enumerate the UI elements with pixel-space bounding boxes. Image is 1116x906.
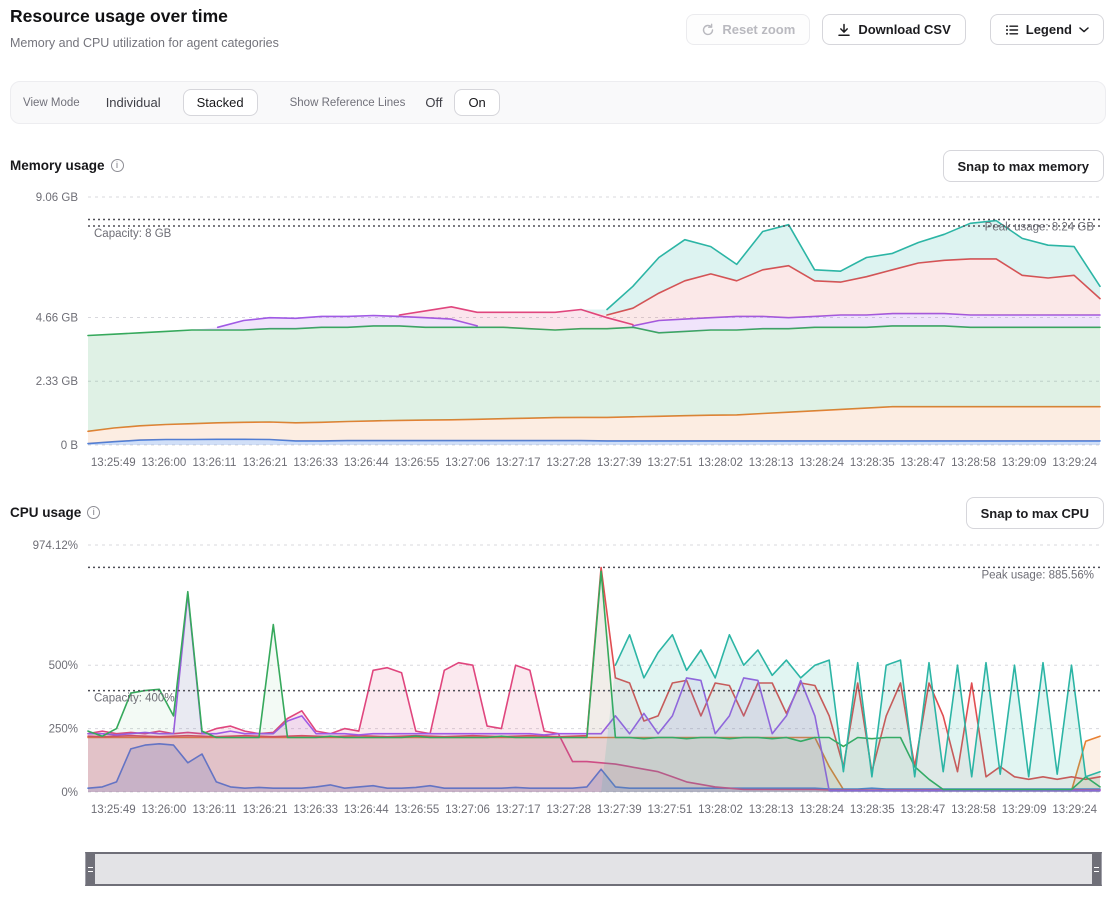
page-subtitle: Memory and CPU utilization for agent cat… bbox=[10, 36, 279, 50]
x-tick-label: 13:28:02 bbox=[698, 804, 743, 816]
x-tick-label: 13:28:58 bbox=[951, 457, 996, 469]
x-tick-label: 13:26:44 bbox=[344, 457, 389, 469]
download-icon bbox=[837, 23, 851, 37]
x-tick-label: 13:27:06 bbox=[445, 804, 490, 816]
x-tick-label: 13:28:02 bbox=[698, 457, 743, 469]
chevron-down-icon bbox=[1079, 27, 1089, 33]
x-tick-label: 13:28:35 bbox=[850, 804, 895, 816]
x-tick-label: 13:26:21 bbox=[243, 804, 288, 816]
x-tick-label: 13:26:11 bbox=[193, 457, 237, 469]
x-tick-label: 13:27:51 bbox=[648, 804, 693, 816]
reset-icon bbox=[701, 23, 715, 37]
x-tick-label: 13:26:00 bbox=[142, 457, 187, 469]
reset-zoom-button[interactable]: Reset zoom bbox=[686, 14, 810, 45]
snap-to-max-cpu-label: Snap to max CPU bbox=[981, 506, 1089, 521]
x-tick-label: 13:25:49 bbox=[91, 804, 136, 816]
header-actions: Reset zoom Download CSV Legend bbox=[686, 14, 1104, 45]
x-tick-label: 13:27:28 bbox=[546, 457, 591, 469]
x-tick-label: 13:26:00 bbox=[142, 804, 187, 816]
snap-to-max-memory-label: Snap to max memory bbox=[958, 159, 1090, 174]
download-csv-button[interactable]: Download CSV bbox=[822, 14, 965, 45]
x-tick-label: 13:29:24 bbox=[1052, 804, 1097, 816]
x-tick-label: 13:26:33 bbox=[293, 457, 338, 469]
x-tick-label: 13:28:13 bbox=[749, 457, 794, 469]
info-icon[interactable]: i bbox=[87, 506, 100, 519]
x-tick-label: 13:28:24 bbox=[799, 457, 844, 469]
brush-handle-right[interactable] bbox=[1092, 854, 1101, 884]
show-reference-lines-label: Show Reference Lines bbox=[290, 97, 406, 109]
page-title: Resource usage over time bbox=[10, 6, 228, 27]
reference-line-label: Capacity: 8 GB bbox=[94, 228, 172, 240]
y-tick-label: 4.66 GB bbox=[36, 313, 79, 325]
x-tick-label: 13:27:28 bbox=[546, 804, 591, 816]
brush-handle-grip bbox=[88, 867, 93, 872]
cpu-chart[interactable]: 974.12% 500% 250% 0% Peak usage: 885.56% Capa… bbox=[0, 533, 1116, 823]
reference-lines-on-option[interactable]: On bbox=[454, 89, 499, 116]
reference-line-label: Peak usage: 8.24 GB bbox=[985, 222, 1095, 234]
x-tick-label: 13:26:55 bbox=[395, 804, 440, 816]
x-tick-label: 13:27:39 bbox=[597, 457, 642, 469]
x-tick-label: 13:29:09 bbox=[1002, 457, 1047, 469]
snap-to-max-memory-button[interactable]: Snap to max memory bbox=[943, 150, 1105, 182]
y-tick-label: 9.06 GB bbox=[36, 192, 79, 204]
reference-lines-off-option[interactable]: Off bbox=[425, 95, 442, 110]
legend-list-icon bbox=[1005, 23, 1019, 37]
legend-button[interactable]: Legend bbox=[990, 14, 1104, 45]
x-tick-label: 13:28:47 bbox=[901, 804, 946, 816]
view-mode-individual-option[interactable]: Individual bbox=[106, 95, 161, 110]
x-tick-label: 13:26:55 bbox=[395, 457, 440, 469]
y-tick-label: 500% bbox=[49, 660, 78, 672]
y-tick-label: 0% bbox=[61, 787, 78, 799]
legend-label: Legend bbox=[1026, 22, 1072, 37]
info-icon[interactable]: i bbox=[111, 159, 124, 172]
x-tick-label: 13:29:24 bbox=[1052, 457, 1097, 469]
x-tick-label: 13:29:09 bbox=[1002, 804, 1047, 816]
cpu-section-header: CPU usage i bbox=[10, 505, 100, 520]
x-tick-label: 13:27:17 bbox=[496, 457, 541, 469]
x-tick-label: 13:27:39 bbox=[597, 804, 642, 816]
y-tick-label: 974.12% bbox=[33, 540, 78, 552]
x-tick-label: 13:26:21 bbox=[243, 457, 288, 469]
view-controls-bar: View Mode Individual Stacked Show Refere… bbox=[10, 81, 1106, 124]
view-mode-label: View Mode bbox=[23, 97, 80, 109]
memory-chart[interactable]: 9.06 GB 4.66 GB 2.33 GB 0 B Peak usage: 8.24… bbox=[0, 186, 1116, 476]
brush-handle-left[interactable] bbox=[86, 854, 95, 884]
x-tick-label: 13:27:17 bbox=[496, 804, 541, 816]
x-tick-label: 13:28:47 bbox=[901, 457, 946, 469]
x-tick-label: 13:28:35 bbox=[850, 457, 895, 469]
x-tick-label: 13:28:13 bbox=[749, 804, 794, 816]
x-tick-label: 13:28:58 bbox=[951, 804, 996, 816]
x-tick-label: 13:27:06 bbox=[445, 457, 490, 469]
y-tick-label: 250% bbox=[49, 724, 78, 736]
reference-line-label: Capacity: 400% bbox=[94, 693, 175, 705]
x-tick-label: 13:27:51 bbox=[648, 457, 693, 469]
download-csv-label: Download CSV bbox=[858, 22, 950, 37]
cpu-section-title: CPU usage bbox=[10, 505, 81, 520]
x-tick-label: 13:25:49 bbox=[91, 457, 136, 469]
memory-section-header: Memory usage i bbox=[10, 158, 124, 173]
reference-line-label: Peak usage: 885.56% bbox=[981, 569, 1094, 581]
memory-section-title: Memory usage bbox=[10, 158, 105, 173]
y-tick-label: 0 B bbox=[61, 440, 79, 452]
x-tick-label: 13:26:11 bbox=[193, 804, 237, 816]
brush-handle-grip bbox=[1094, 867, 1099, 872]
x-tick-label: 13:26:33 bbox=[293, 804, 338, 816]
reset-zoom-label: Reset zoom bbox=[722, 22, 795, 37]
time-range-brush[interactable] bbox=[85, 852, 1102, 886]
x-tick-label: 13:28:24 bbox=[799, 804, 844, 816]
snap-to-max-cpu-button[interactable]: Snap to max CPU bbox=[966, 497, 1104, 529]
view-mode-stacked-option[interactable]: Stacked bbox=[183, 89, 258, 116]
y-tick-label: 2.33 GB bbox=[36, 376, 79, 388]
x-tick-label: 13:26:44 bbox=[344, 804, 389, 816]
